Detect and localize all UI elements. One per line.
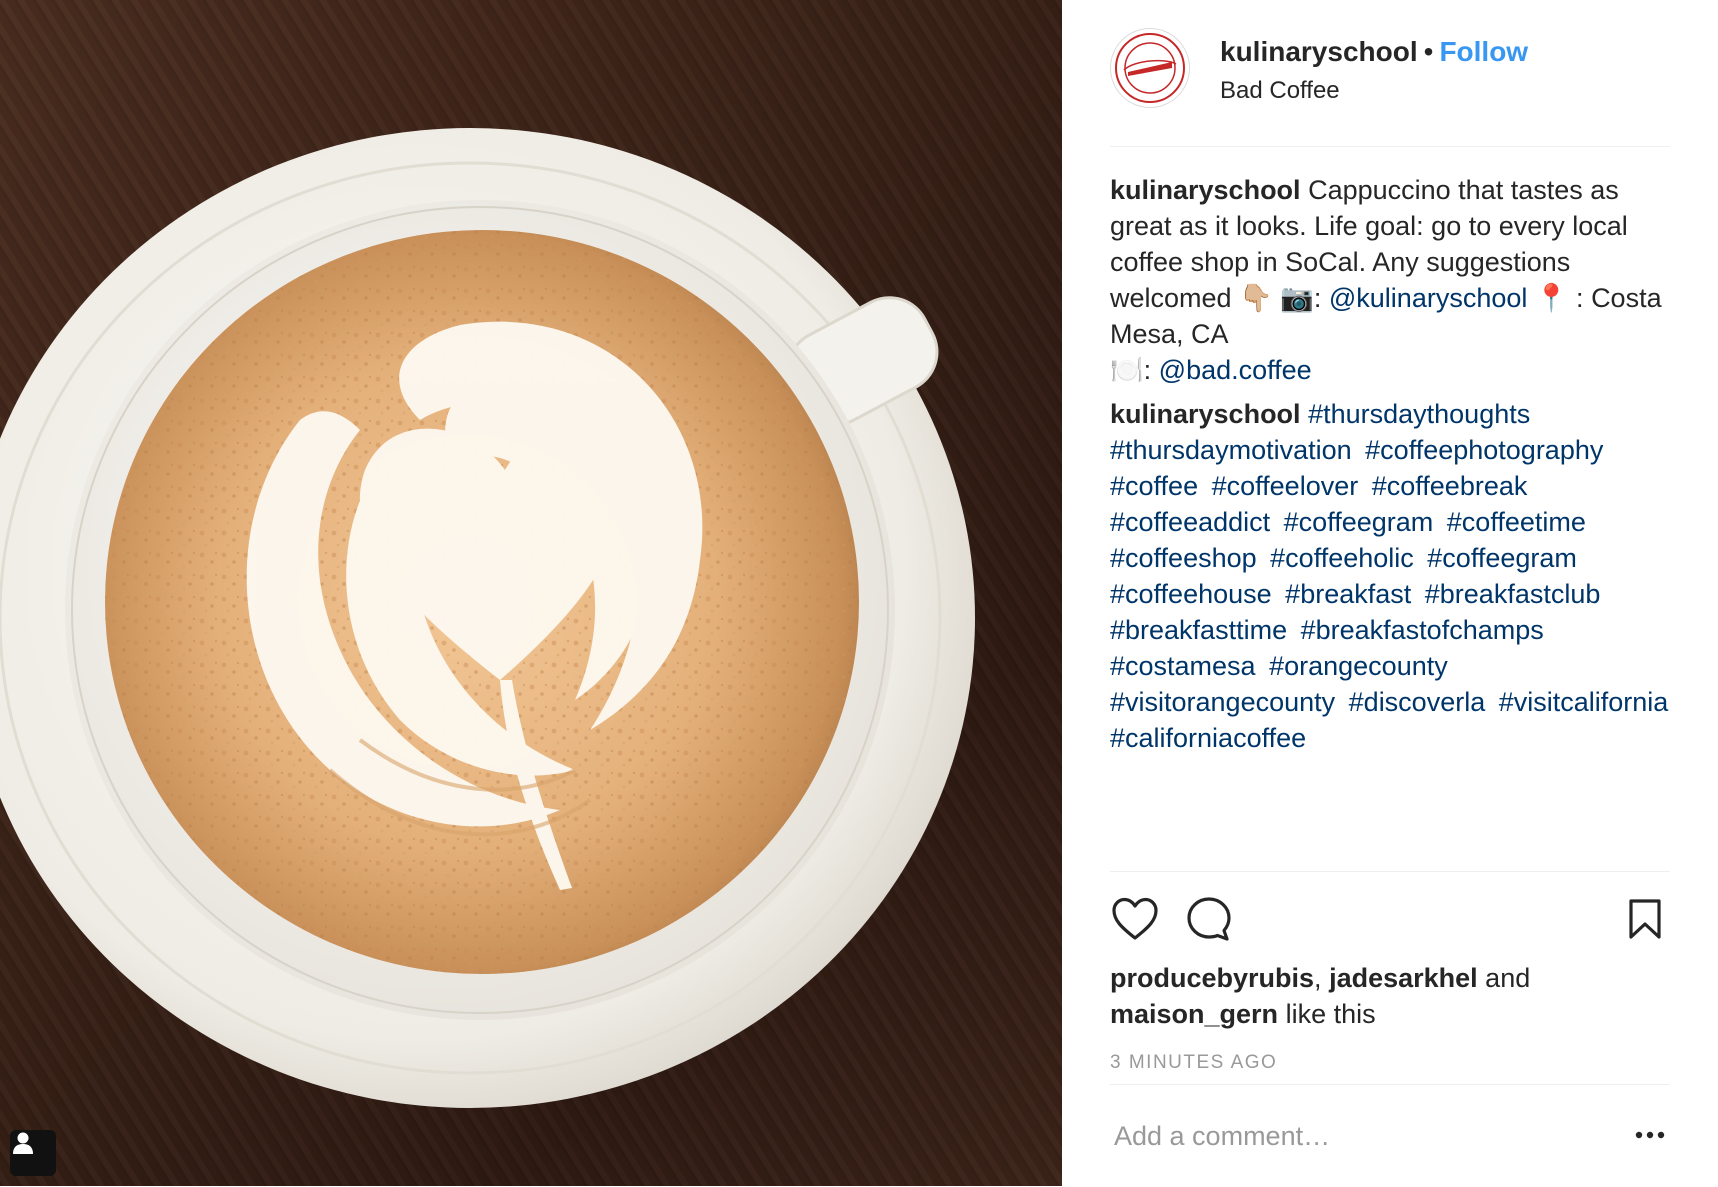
follow-button[interactable]: Follow xyxy=(1439,36,1528,67)
header-separator: • xyxy=(1423,36,1434,67)
mention-link[interactable]: @kulinaryschool xyxy=(1329,283,1528,313)
post-photo[interactable] xyxy=(0,0,1062,1186)
hashtag-link[interactable]: #coffeetime xyxy=(1447,507,1586,537)
bookmark-icon[interactable] xyxy=(1620,894,1670,944)
hashtag-link[interactable]: #breakfasttime xyxy=(1110,615,1287,645)
post-side-panel: kulinaryschool • Follow Bad Coffee kulinar… xyxy=(1062,0,1718,1186)
header-username[interactable]: kulinaryschool xyxy=(1220,36,1418,67)
location-link[interactable]: Bad Coffee xyxy=(1220,74,1528,108)
caption-separator-2: : xyxy=(1576,283,1584,313)
comment-input[interactable] xyxy=(1110,1120,1634,1152)
hashtag-link[interactable]: #coffeeholic xyxy=(1270,543,1414,573)
likes-and: and xyxy=(1485,963,1531,993)
point-down-emoji: 👇🏼 xyxy=(1239,283,1273,313)
mention-link[interactable]: @bad.coffee xyxy=(1159,355,1312,385)
caption-separator-3: : xyxy=(1143,355,1152,385)
post-actions-section: producebyrubis, jadesarkhel and maison_g… xyxy=(1110,871,1670,1073)
hashtag-link[interactable]: #coffeephotography xyxy=(1365,435,1603,465)
liker-link[interactable]: jadesarkhel xyxy=(1329,963,1478,993)
caption-username[interactable]: kulinaryschool xyxy=(1110,175,1301,205)
hashtag-link[interactable]: #thursdaymotivation xyxy=(1110,435,1352,465)
pin-emoji: 📍 xyxy=(1534,283,1569,313)
cappuccino-illustration xyxy=(0,128,975,1108)
hashtag-link[interactable]: #breakfastofchamps xyxy=(1301,615,1544,645)
kulinaryschool-logo xyxy=(1115,33,1185,103)
hashtag-link[interactable]: #thursdaythoughts xyxy=(1308,399,1530,429)
hashtag-link[interactable]: #coffeeshop xyxy=(1110,543,1257,573)
hashtag-link[interactable]: #discoverla xyxy=(1349,687,1486,717)
hashtag-link[interactable]: #coffeegram xyxy=(1284,507,1434,537)
instagram-post: kulinaryschool • Follow Bad Coffee kulinar… xyxy=(0,0,1718,1186)
post-timestamp[interactable]: 3 MINUTES AGO xyxy=(1110,1052,1277,1074)
likes-suffix: like this xyxy=(1285,999,1376,1029)
comment-username[interactable]: kulinaryschool xyxy=(1110,399,1301,429)
add-comment-bar xyxy=(1110,1084,1670,1187)
hashtag-link[interactable]: #coffeelover xyxy=(1212,471,1359,501)
comments-list: kulinaryschool Cappuccino that tastes as… xyxy=(1110,172,1680,764)
more-options-icon[interactable] xyxy=(1630,1115,1670,1155)
hashtag-link[interactable]: #coffeehouse xyxy=(1110,579,1272,609)
hashtag-link[interactable]: #visitcalifornia xyxy=(1499,687,1669,717)
hashtag-link[interactable]: #coffee xyxy=(1110,471,1198,501)
hashtag-link[interactable]: #orangecounty xyxy=(1269,651,1448,681)
heart-icon[interactable] xyxy=(1110,894,1160,944)
hashtag-link[interactable]: #costamesa xyxy=(1110,651,1256,681)
user-tag-icon[interactable] xyxy=(10,1130,56,1176)
hashtag-link[interactable]: #visitorangecounty xyxy=(1110,687,1335,717)
caption-separator-1: : xyxy=(1313,283,1322,313)
plate-emoji: 🍽️ xyxy=(1110,355,1144,385)
liker-link[interactable]: maison_gern xyxy=(1110,999,1278,1029)
hashtag-link[interactable]: #coffeeaddict xyxy=(1110,507,1270,537)
post-header: kulinaryschool • Follow Bad Coffee xyxy=(1110,28,1670,147)
likes-comma: , xyxy=(1314,963,1322,993)
avatar[interactable] xyxy=(1110,28,1190,108)
hashtag-link[interactable]: #breakfastclub xyxy=(1425,579,1601,609)
camera-emoji: 📷 xyxy=(1280,283,1314,313)
hashtag-link[interactable]: #coffeegram xyxy=(1427,543,1577,573)
hashtag-link[interactable]: #coffeebreak xyxy=(1372,471,1528,501)
liker-link[interactable]: producebyrubis xyxy=(1110,963,1314,993)
hashtag-link[interactable]: #californiacoffee xyxy=(1110,723,1306,753)
likes-summary: producebyrubis, jadesarkhel and maison_g… xyxy=(1110,960,1680,1032)
caption-comment: kulinaryschool Cappuccino that tastes as… xyxy=(1110,172,1680,388)
comment-bubble-icon[interactable] xyxy=(1184,894,1234,944)
action-bar xyxy=(1110,872,1670,962)
hashtag-link[interactable]: #breakfast xyxy=(1285,579,1411,609)
hashtag-comment: kulinaryschool #thursdaythoughts #thursd… xyxy=(1110,396,1680,756)
